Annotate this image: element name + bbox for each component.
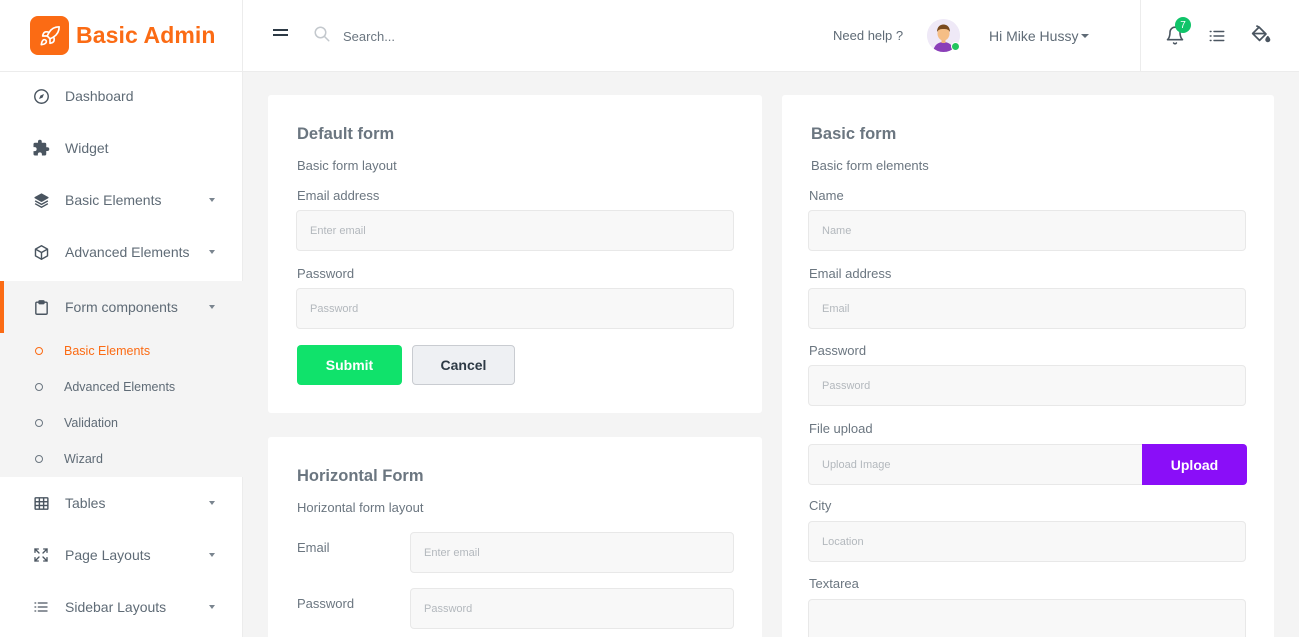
sidebar-item-dashboard[interactable]: Dashboard <box>0 70 243 122</box>
submenu-item-label: Validation <box>64 416 118 430</box>
chevron-down-icon <box>209 305 215 309</box>
submenu-item-validation[interactable]: Validation <box>0 405 243 441</box>
submenu-item-label: Basic Elements <box>64 344 151 358</box>
chevron-down-icon <box>209 198 215 202</box>
email-label: Email address <box>809 266 892 281</box>
card-subtitle: Basic form elements <box>811 158 929 173</box>
chevron-down-icon <box>209 553 215 557</box>
brand-name: Basic Admin <box>76 22 216 48</box>
password-label: Password <box>297 266 355 281</box>
sidebar-item-widget[interactable]: Widget <box>0 122 243 174</box>
submenu-item-label: Advanced Elements <box>64 380 176 394</box>
sidebar: Basic Admin Dashboard Widget Basic Eleme… <box>0 0 243 637</box>
card-subtitle: Horizontal form layout <box>297 500 424 515</box>
sidebar-item-label: Page Layouts <box>65 547 151 563</box>
password-label: Password <box>297 596 355 611</box>
upload-button[interactable]: Upload <box>1142 444 1247 485</box>
password-field[interactable] <box>808 365 1246 406</box>
circle-icon <box>35 383 43 391</box>
submenu-item-basic-elements[interactable]: Basic Elements <box>0 333 243 369</box>
list-icon[interactable] <box>1207 27 1227 48</box>
password-label: Password <box>809 343 867 358</box>
search-input[interactable] <box>343 24 643 48</box>
need-help-link[interactable]: Need help ? <box>833 28 903 43</box>
cancel-button[interactable]: Cancel <box>412 345 515 385</box>
sidebar-item-label: Tables <box>65 495 106 511</box>
clipboard-icon <box>32 298 50 316</box>
submenu-item-label: Wizard <box>64 452 103 466</box>
search-icon[interactable] <box>313 25 331 46</box>
sidebar-item-sidebar-layouts[interactable]: Sidebar Layouts <box>0 581 243 633</box>
sidebar-item-label: Widget <box>65 140 109 156</box>
chevron-down-icon <box>209 501 215 505</box>
file-upload-label: File upload <box>809 421 873 436</box>
compass-icon <box>32 87 50 105</box>
default-form-card: Default form Basic form layout Email add… <box>268 95 762 413</box>
file-upload-field[interactable] <box>808 444 1144 485</box>
sidebar-item-form-components[interactable]: Form components <box>0 281 243 333</box>
circle-icon <box>35 419 43 427</box>
email-field[interactable] <box>410 532 734 573</box>
circle-icon <box>35 455 43 463</box>
sidebar-item-label: Dashboard <box>65 88 134 104</box>
user-menu[interactable]: Hi Mike Hussy <box>989 28 1078 44</box>
sidebar-item-tables[interactable]: Tables <box>0 477 243 529</box>
chevron-down-icon <box>209 605 215 609</box>
email-field[interactable] <box>296 210 734 251</box>
top-header: Need help ? Hi Mike Hussy 7 <box>243 0 1299 72</box>
city-field[interactable] <box>808 521 1246 562</box>
email-label: Email <box>297 540 330 555</box>
submenu-item-wizard[interactable]: Wizard <box>0 441 243 477</box>
menu-toggle-icon[interactable] <box>273 29 288 41</box>
cube-icon <box>32 243 50 261</box>
card-title: Default form <box>297 125 395 143</box>
sidebar-item-label: Advanced Elements <box>65 244 190 260</box>
chevron-down-icon[interactable] <box>1081 34 1089 38</box>
submenu-item-advanced-elements[interactable]: Advanced Elements <box>0 369 243 405</box>
online-status-dot <box>951 42 960 51</box>
rocket-icon <box>30 16 69 55</box>
form-components-submenu: Basic Elements Advanced Elements Validat… <box>0 333 243 477</box>
paint-bucket-icon[interactable] <box>1249 23 1271 48</box>
name-label: Name <box>809 188 844 203</box>
submit-button[interactable]: Submit <box>297 345 402 385</box>
brand[interactable]: Basic Admin <box>0 0 242 72</box>
email-label: Email address <box>297 188 380 203</box>
city-label: City <box>809 498 832 513</box>
basic-form-card: Basic form Basic form elements Name Emai… <box>782 95 1274 637</box>
divider <box>1140 0 1141 72</box>
textarea-label: Textarea <box>809 576 859 591</box>
textarea-field[interactable] <box>808 599 1246 637</box>
name-field[interactable] <box>808 210 1246 251</box>
password-field[interactable] <box>296 288 734 329</box>
expand-icon <box>32 546 50 564</box>
card-subtitle: Basic form layout <box>297 158 397 173</box>
sidebar-item-advanced-elements[interactable]: Advanced Elements <box>0 226 243 278</box>
list-icon <box>32 598 50 616</box>
sidebar-item-label: Sidebar Layouts <box>65 599 167 615</box>
card-title: Horizontal Form <box>297 467 424 485</box>
password-field[interactable] <box>410 588 734 629</box>
layers-icon <box>32 191 50 209</box>
card-title: Basic form <box>811 125 897 143</box>
sidebar-item-page-layouts[interactable]: Page Layouts <box>0 529 243 581</box>
table-icon <box>32 494 50 512</box>
horizontal-form-card: Horizontal Form Horizontal form layout E… <box>268 437 762 637</box>
email-field[interactable] <box>808 288 1246 329</box>
sidebar-item-label: Form components <box>65 299 178 315</box>
sidebar-item-basic-elements[interactable]: Basic Elements <box>0 174 243 226</box>
sidebar-item-label: Basic Elements <box>65 192 162 208</box>
puzzle-icon <box>32 139 50 157</box>
notification-badge: 7 <box>1175 17 1191 33</box>
circle-icon <box>35 347 43 355</box>
chevron-down-icon <box>209 250 215 254</box>
